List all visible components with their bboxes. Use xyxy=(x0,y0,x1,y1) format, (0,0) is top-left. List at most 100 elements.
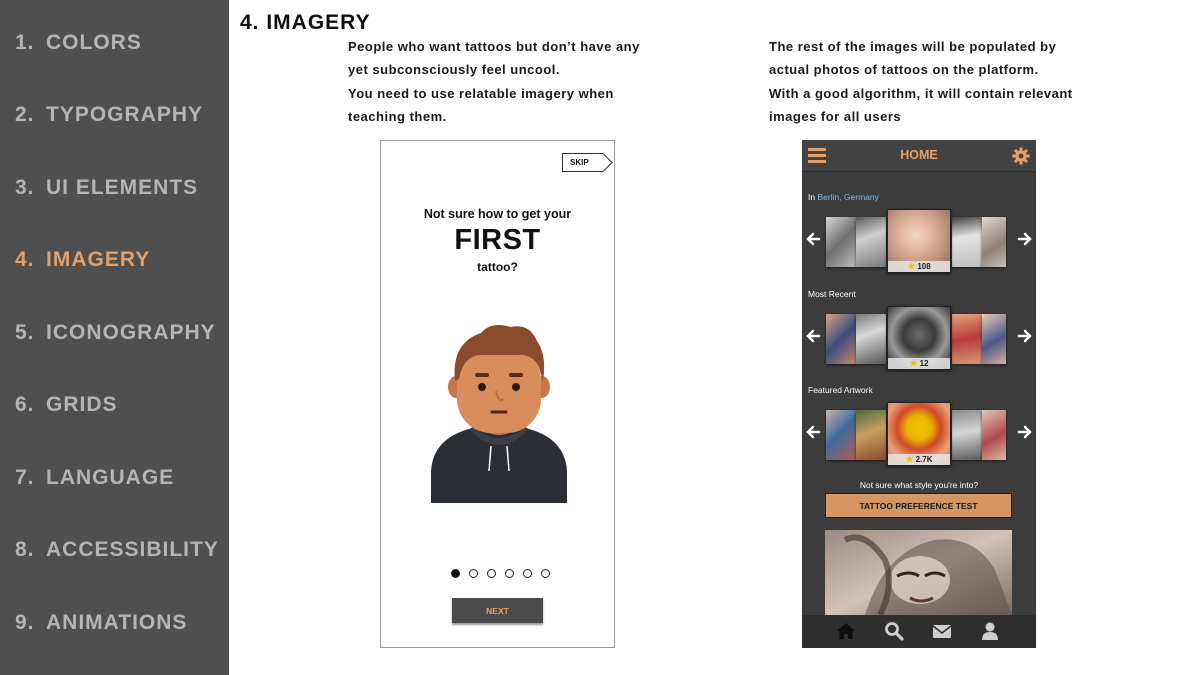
sidebar-item-iconography[interactable]: 5. ICONOGRAPHY xyxy=(15,321,216,345)
page-title: 4. IMAGERY xyxy=(240,11,371,34)
star-icon: ★ xyxy=(907,261,916,271)
page-dot[interactable] xyxy=(505,569,514,578)
tattoo-thumbnail[interactable] xyxy=(856,217,886,267)
featured-artwork-carousel: ★ 2.7K xyxy=(802,402,1036,470)
featured-tattoo-photo xyxy=(825,530,1012,615)
sidebar-item-number: 1. xyxy=(15,31,35,54)
most-recent-carousel: ★ 12 xyxy=(802,306,1036,374)
sidebar-item-number: 8. xyxy=(15,538,35,561)
sidebar-item-number: 7. xyxy=(15,466,35,489)
description-line: yet subconsciously feel uncool. xyxy=(348,62,560,78)
description-line: teaching them. xyxy=(348,108,447,124)
left-description: People who want tattoos but don’t have a… xyxy=(348,35,640,128)
sidebar-item-colors[interactable]: 1. COLORS xyxy=(15,31,142,55)
page-dot[interactable] xyxy=(451,569,460,578)
tattoo-thumbnail[interactable] xyxy=(982,217,1006,267)
location-link[interactable]: Berlin, Germany xyxy=(817,192,878,202)
skip-button[interactable]: SKIP xyxy=(562,153,603,172)
description-line: People who want tattoos but don’t have a… xyxy=(348,39,640,54)
featured-tattoo-image[interactable] xyxy=(825,530,1012,615)
tattoo-thumbnail[interactable] xyxy=(952,217,982,267)
tattoo-thumbnail[interactable] xyxy=(856,314,886,364)
page-indicator xyxy=(451,569,550,578)
tattoo-thumbnail[interactable] xyxy=(826,217,856,267)
sidebar-item-label: ANIMATIONS xyxy=(46,611,188,634)
arrow-right-icon[interactable] xyxy=(1016,328,1032,344)
page-dot[interactable] xyxy=(541,569,550,578)
tattoo-thumbnail[interactable] xyxy=(982,410,1006,460)
sidebar-item-number: 2. xyxy=(15,103,35,126)
sidebar-item-label: COLORS xyxy=(46,31,142,54)
onboarding-screen: SKIP Not sure how to get your FIRST tatt… xyxy=(380,140,615,648)
arrow-right-icon[interactable] xyxy=(1016,424,1032,440)
sidebar-item-imagery[interactable]: 4. IMAGERY xyxy=(15,248,150,272)
page-dot[interactable] xyxy=(523,569,532,578)
rating-value: 2.7K xyxy=(915,455,933,464)
row-label-featured-artwork: Featured Artwork xyxy=(808,385,873,395)
sidebar-item-number: 4. xyxy=(15,248,35,271)
gear-icon[interactable] xyxy=(1012,147,1030,165)
row-label-most-recent: Most Recent xyxy=(808,289,856,299)
tattoo-thumbnail[interactable] xyxy=(826,314,856,364)
sidebar-item-label: UI ELEMENTS xyxy=(46,176,199,199)
sidebar-item-label: ACCESSIBILITY xyxy=(46,538,219,561)
tattoo-thumbnail[interactable] xyxy=(826,410,856,460)
description-line: The rest of the images will be populated… xyxy=(769,39,1057,54)
page-dot[interactable] xyxy=(469,569,478,578)
sidebar-item-number: 5. xyxy=(15,321,35,344)
star-icon: ★ xyxy=(905,454,914,464)
sidebar-item-label: ICONOGRAPHY xyxy=(46,321,216,344)
tattoo-thumbnail[interactable] xyxy=(952,314,982,364)
description-line: With a good algorithm, it will contain r… xyxy=(769,85,1073,101)
sidebar-item-typography[interactable]: 2. TYPOGRAPHY xyxy=(15,103,203,127)
tattoo-thumbnail-featured[interactable]: ★ 12 xyxy=(887,306,951,370)
onboarding-heading: Not sure how to get your xyxy=(423,207,572,221)
description-line: You need to use relatable imagery when xyxy=(348,85,614,101)
location-row-label: In Berlin, Germany xyxy=(808,192,879,202)
sidebar-item-label: TYPOGRAPHY xyxy=(46,103,204,126)
app-home-screen: HOME In Berlin, Germany ★ 108 Most Recen… xyxy=(802,140,1036,648)
person-avatar-illustration xyxy=(431,325,567,503)
sidebar-item-label: LANGUAGE xyxy=(46,466,175,489)
right-description: The rest of the images will be populated… xyxy=(769,35,1073,128)
page-dot[interactable] xyxy=(487,569,496,578)
home-icon[interactable] xyxy=(836,621,856,641)
sidebar-item-grids[interactable]: 6. GRIDS xyxy=(15,393,118,417)
onboarding-subheading: tattoo? xyxy=(477,260,518,274)
arrow-left-icon[interactable] xyxy=(806,231,822,247)
preference-prompt: Not sure what style you're into? xyxy=(859,480,979,490)
sidebar-item-accessibility[interactable]: 8. ACCESSIBILITY xyxy=(15,538,219,562)
sidebar-item-number: 3. xyxy=(15,176,35,199)
arrow-left-icon[interactable] xyxy=(806,328,822,344)
app-title: HOME xyxy=(900,148,938,162)
arrow-left-icon[interactable] xyxy=(806,424,822,440)
sidebar-nav: 1. COLORS 2. TYPOGRAPHY 3. UI ELEMENTS 4. IM… xyxy=(0,0,229,675)
onboarding-emphasis: FIRST xyxy=(454,224,541,256)
description-line: images for all users xyxy=(769,108,902,124)
location-carousel: ★ 108 xyxy=(802,209,1036,277)
sidebar-item-language[interactable]: 7. LANGUAGE xyxy=(15,466,174,490)
location-prefix: In xyxy=(808,192,816,202)
tattoo-thumbnail[interactable] xyxy=(952,410,982,460)
tattoo-thumbnail-featured[interactable]: ★ 2.7K xyxy=(887,402,951,466)
app-header: HOME xyxy=(802,140,1036,172)
tattoo-thumbnail-featured[interactable]: ★ 108 xyxy=(887,209,951,273)
sidebar-item-ui-elements[interactable]: 3. UI ELEMENTS xyxy=(15,176,198,200)
rating-value: 12 xyxy=(919,359,929,368)
star-icon: ★ xyxy=(909,358,918,368)
next-button[interactable]: NEXT xyxy=(452,598,543,623)
preference-test-button[interactable]: TATTOO PREFERENCE TEST xyxy=(825,493,1012,518)
mail-icon[interactable] xyxy=(932,621,952,641)
profile-icon[interactable] xyxy=(980,621,1000,641)
rating-value: 108 xyxy=(917,262,931,271)
rating-badge: ★ 2.7K xyxy=(888,454,950,465)
description-line: actual photos of tattoos on the platform… xyxy=(769,62,1039,78)
search-icon[interactable] xyxy=(884,621,904,641)
sidebar-item-animations[interactable]: 9. ANIMATIONS xyxy=(15,611,187,635)
rating-badge: ★ 108 xyxy=(888,261,950,272)
tattoo-thumbnail[interactable] xyxy=(982,314,1006,364)
bottom-navigation xyxy=(802,615,1036,648)
tattoo-thumbnail[interactable] xyxy=(856,410,886,460)
arrow-right-icon[interactable] xyxy=(1016,231,1032,247)
sidebar-item-label: GRIDS xyxy=(46,393,118,416)
